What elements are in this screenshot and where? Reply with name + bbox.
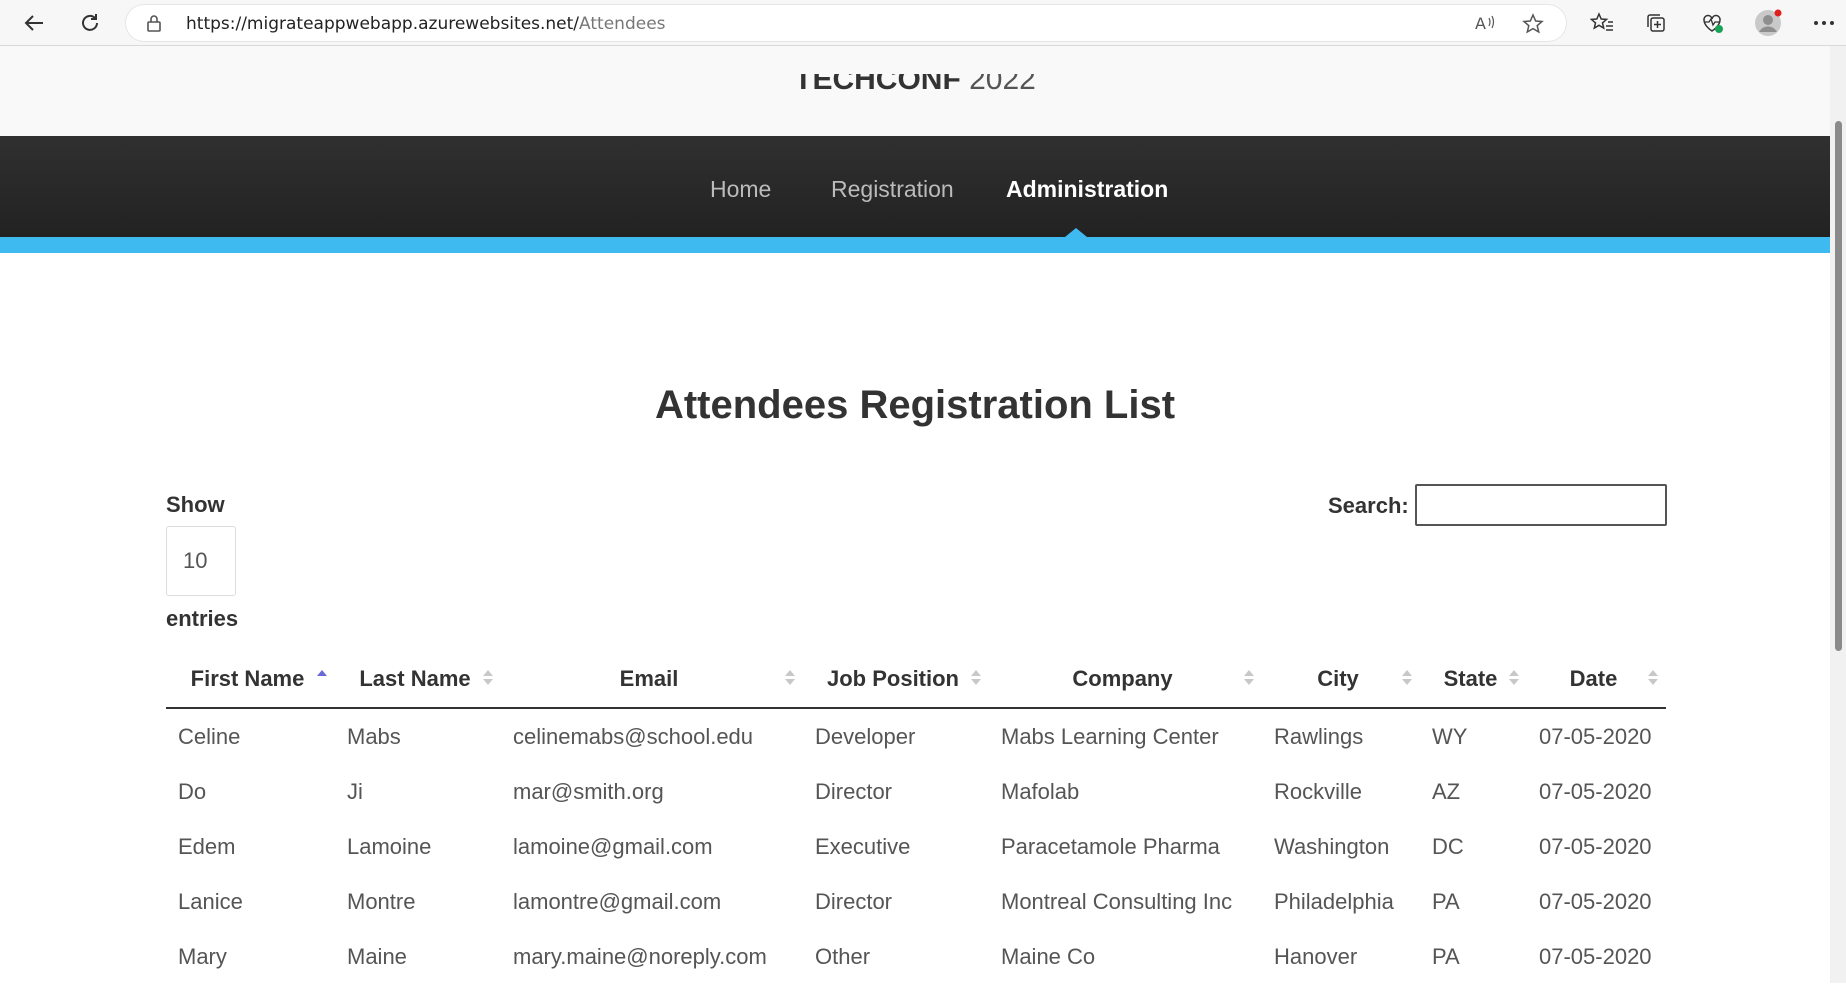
cell-first-name: Mary: [178, 943, 227, 969]
page-scrollbar[interactable]: [1830, 46, 1846, 983]
favorites-icon[interactable]: [1586, 7, 1618, 39]
reload-icon[interactable]: [74, 7, 106, 39]
brand-name: TECHCONF: [794, 74, 961, 96]
sort-icon: [1244, 670, 1254, 686]
cell-email: mar@smith.org: [513, 778, 664, 804]
cell-company: Mafolab: [1001, 778, 1080, 804]
column-header-company[interactable]: Company: [989, 650, 1262, 709]
entries-length-select[interactable]: 10: [166, 526, 236, 596]
cell-date: 07-05-2020: [1539, 943, 1652, 969]
cell-last-name: Maine: [347, 943, 407, 969]
table-row: Do Ji mar@smith.org Director Mafolab Roc…: [166, 764, 1666, 819]
cell-city: Philadelphia: [1274, 888, 1394, 914]
nav-home[interactable]: Home: [710, 176, 771, 203]
cell-email: mary.maine@noreply.com: [513, 943, 767, 969]
column-header-date[interactable]: Date: [1527, 650, 1666, 709]
cell-state: PA: [1432, 888, 1460, 914]
cell-company: Mabs Learning Center: [1001, 723, 1219, 749]
accent-bar: [0, 237, 1830, 253]
cell-date: 07-05-2020: [1539, 833, 1652, 859]
cell-job-position: Director: [815, 778, 893, 804]
cell-company: Montreal Consulting Inc: [1001, 888, 1233, 914]
url-path: Attendees: [579, 14, 666, 34]
cell-email: lamoine@gmail.com: [513, 833, 713, 859]
address-bar[interactable]: https://migrateappwebapp.azurewebsites.n…: [126, 5, 1566, 41]
url-text[interactable]: https://migrateappwebapp.azurewebsites.n…: [186, 14, 666, 34]
table-row: Celine Mabs celinemabs@school.edu Develo…: [166, 708, 1666, 764]
read-aloud-icon[interactable]: A: [1474, 13, 1496, 38]
search-input[interactable]: [1415, 484, 1667, 526]
cell-first-name: Lanice: [178, 888, 243, 914]
cell-first-name: Do: [178, 778, 207, 804]
table-row: Mary Maine mary.maine@noreply.com Other …: [166, 929, 1666, 984]
entries-length-value: 10: [183, 548, 208, 573]
cell-city: Rawlings: [1274, 723, 1364, 749]
cell-date: 07-05-2020: [1539, 778, 1652, 804]
cell-first-name: Edem: [178, 833, 236, 859]
url-host: https://migrateappwebapp.azurewebsites.n…: [186, 14, 580, 34]
lock-icon[interactable]: [146, 14, 162, 37]
svg-text:A: A: [1475, 14, 1486, 33]
cell-company: Maine Co: [1001, 943, 1096, 969]
sort-icon: [483, 670, 493, 686]
cell-last-name: Ji: [347, 778, 363, 804]
page-title: Attendees Registration List: [654, 383, 1176, 427]
column-header-city[interactable]: City: [1262, 650, 1420, 709]
attendees-table: First Name Last Name Email Job Position …: [166, 650, 1666, 984]
cell-city: Rockville: [1274, 778, 1363, 804]
site-header: TECHCONF 2022: [0, 46, 1830, 136]
brand-year: 2022: [960, 74, 1036, 96]
column-header-state[interactable]: State: [1420, 650, 1527, 709]
sort-icon: [1648, 670, 1658, 686]
search-label: Search:: [1328, 493, 1409, 518]
cell-last-name: Lamoine: [347, 833, 432, 859]
scrollbar-thumb[interactable]: [1835, 121, 1842, 651]
cell-city: Hanover: [1274, 943, 1358, 969]
cell-city: Washington: [1274, 833, 1390, 859]
cell-state: PA: [1432, 943, 1460, 969]
cell-email: celinemabs@school.edu: [513, 723, 754, 749]
cell-job-position: Other: [815, 943, 871, 969]
sort-ascending-icon: [317, 670, 327, 686]
cell-state: AZ: [1432, 778, 1461, 804]
site-brand[interactable]: TECHCONF 2022: [0, 74, 1830, 100]
cell-job-position: Developer: [815, 723, 916, 749]
cell-company: Paracetamole Pharma: [1001, 833, 1220, 859]
back-icon[interactable]: [18, 7, 50, 39]
browser-toolbar: https://migrateappwebapp.azurewebsites.n…: [0, 0, 1846, 46]
favorite-star-icon[interactable]: [1522, 13, 1544, 40]
cell-date: 07-05-2020: [1539, 888, 1652, 914]
cell-first-name: Celine: [178, 723, 241, 749]
column-header-email[interactable]: Email: [501, 650, 803, 709]
main-nav: Home Registration Administration: [0, 136, 1830, 237]
cell-job-position: Executive: [815, 833, 911, 859]
cell-state: WY: [1432, 723, 1468, 749]
cell-email: lamontre@gmail.com: [513, 888, 722, 914]
nav-registration[interactable]: Registration: [831, 176, 954, 203]
browser-essentials-icon[interactable]: [1696, 7, 1728, 39]
cell-state: DC: [1432, 833, 1464, 859]
cell-last-name: Mabs: [347, 723, 401, 749]
entries-label: entries: [166, 606, 239, 631]
active-nav-indicator: [1065, 228, 1087, 237]
table-header-row: First Name Last Name Email Job Position …: [166, 650, 1666, 709]
column-header-last-name[interactable]: Last Name: [335, 650, 501, 709]
cell-last-name: Montre: [347, 888, 416, 914]
cell-date: 07-05-2020: [1539, 723, 1652, 749]
column-header-job-position[interactable]: Job Position: [803, 650, 989, 709]
profile-avatar-icon[interactable]: [1752, 7, 1784, 39]
cell-job-position: Director: [815, 888, 893, 914]
sort-icon: [1402, 670, 1412, 686]
show-label: Show: [166, 492, 225, 517]
sort-icon: [785, 670, 795, 686]
collections-icon[interactable]: [1640, 7, 1672, 39]
sort-icon: [1509, 670, 1519, 686]
more-options-icon[interactable]: [1808, 7, 1840, 39]
nav-administration[interactable]: Administration: [1006, 176, 1168, 203]
column-header-first-name[interactable]: First Name: [166, 650, 335, 709]
sort-icon: [971, 670, 981, 686]
table-row: Lanice Montre lamontre@gmail.com Directo…: [166, 874, 1666, 929]
table-row: Edem Lamoine lamoine@gmail.com Executive…: [166, 819, 1666, 874]
